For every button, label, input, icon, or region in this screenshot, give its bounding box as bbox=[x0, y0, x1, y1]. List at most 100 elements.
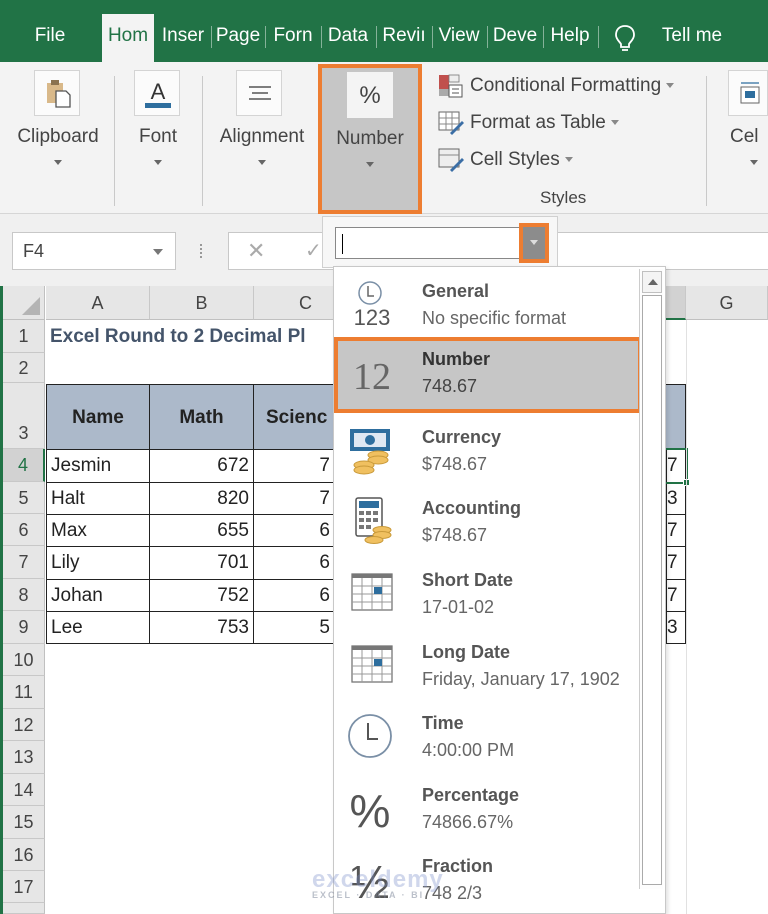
align-lines-icon bbox=[236, 70, 282, 116]
column-header-g[interactable]: G bbox=[686, 286, 768, 320]
cell-science[interactable]: 6 bbox=[253, 514, 335, 547]
tell-me-search[interactable]: Tell me bbox=[652, 14, 732, 62]
tab-help[interactable]: Help bbox=[546, 14, 594, 62]
row-header[interactable]: 17 bbox=[3, 871, 45, 903]
clipboard-group[interactable]: Clipboard bbox=[10, 62, 106, 212]
tab-page-layout[interactable]: Page bbox=[214, 14, 262, 62]
row-header[interactable]: 11 bbox=[3, 676, 45, 709]
dropdown-scrollbar[interactable] bbox=[639, 269, 663, 889]
table-header-f[interactable] bbox=[666, 384, 686, 450]
format-example: 748.67 bbox=[422, 376, 478, 396]
cell-name[interactable]: Lily bbox=[46, 546, 150, 580]
cell-f[interactable]: 7 bbox=[666, 546, 686, 580]
row-header[interactable]: 7 bbox=[3, 546, 45, 579]
table-header-math[interactable]: Math bbox=[149, 384, 254, 450]
cell-name[interactable]: Johan bbox=[46, 579, 150, 612]
cell-math[interactable]: 820 bbox=[149, 482, 254, 515]
row-header[interactable]: 15 bbox=[3, 806, 45, 839]
row-header[interactable]: 9 bbox=[3, 611, 45, 644]
column-header-a[interactable]: A bbox=[46, 286, 150, 320]
alignment-group[interactable]: Alignment bbox=[212, 62, 312, 212]
tab-insert[interactable]: Inser bbox=[158, 14, 208, 62]
cell-f[interactable]: 3 bbox=[666, 611, 686, 644]
format-option-percentage[interactable]: % Percentage 74866.67% bbox=[334, 773, 639, 843]
row-header[interactable] bbox=[3, 903, 45, 914]
ribbon-tab-bar: File Hom Inser Page Forn Data Reviı View… bbox=[0, 0, 768, 62]
row-header[interactable]: 1 bbox=[3, 320, 45, 353]
cells-group[interactable]: Cel bbox=[722, 62, 768, 212]
cell-science[interactable]: 7 bbox=[253, 482, 335, 515]
tab-file[interactable]: File bbox=[22, 14, 78, 62]
table-header-name[interactable]: Name bbox=[46, 384, 150, 450]
row-header[interactable]: 8 bbox=[3, 579, 45, 611]
formula-bar-grip[interactable] bbox=[200, 244, 203, 258]
scrollbar-thumb[interactable] bbox=[642, 295, 662, 885]
row-header[interactable]: 14 bbox=[3, 774, 45, 806]
row-header[interactable]: 6 bbox=[3, 514, 45, 546]
cell-f[interactable]: 3 bbox=[666, 482, 686, 515]
format-option-short-date[interactable]: Short Date 17-01-02 bbox=[334, 558, 639, 628]
tab-separator bbox=[598, 26, 599, 48]
select-all-button[interactable] bbox=[3, 286, 45, 320]
font-group[interactable]: A Font bbox=[124, 62, 192, 212]
row-header[interactable]: 10 bbox=[3, 644, 45, 676]
tab-separator bbox=[432, 26, 433, 48]
cell-name[interactable]: Max bbox=[46, 514, 150, 547]
cell-name[interactable]: Halt bbox=[46, 482, 150, 515]
formula-input[interactable] bbox=[556, 232, 768, 270]
row-header[interactable]: 5 bbox=[3, 482, 45, 514]
cell-science[interactable]: 6 bbox=[253, 579, 335, 612]
row-header[interactable]: 4 bbox=[3, 449, 45, 482]
tab-data[interactable]: Data bbox=[324, 14, 372, 62]
tab-view[interactable]: View bbox=[435, 14, 483, 62]
cell-science[interactable]: 7 bbox=[253, 449, 335, 483]
number-group-button[interactable]: % Number bbox=[318, 64, 422, 214]
cell-math[interactable]: 752 bbox=[149, 579, 254, 612]
select-all-triangle-icon bbox=[22, 297, 40, 315]
number-format-list: 123 General No specific format 12 Number… bbox=[333, 266, 666, 914]
row-header[interactable]: 13 bbox=[3, 741, 45, 774]
cell-math[interactable]: 701 bbox=[149, 546, 254, 580]
number-format-dropdown-button[interactable] bbox=[519, 223, 549, 263]
cell-name[interactable]: Lee bbox=[46, 611, 150, 644]
cell-f[interactable]: 7 bbox=[666, 514, 686, 547]
format-option-number[interactable]: 12 Number 748.67 bbox=[334, 337, 642, 413]
table-header-science[interactable]: Scienc bbox=[253, 384, 335, 450]
cell-math[interactable]: 655 bbox=[149, 514, 254, 547]
cell-name[interactable]: Jesmin bbox=[46, 449, 150, 483]
tab-review[interactable]: Reviı bbox=[379, 14, 429, 62]
tab-developer[interactable]: Deve bbox=[490, 14, 540, 62]
number-format-input[interactable] bbox=[335, 227, 543, 259]
chevron-down-icon[interactable] bbox=[153, 249, 163, 255]
cell-f[interactable]: 7 bbox=[666, 579, 686, 612]
row-header[interactable]: 2 bbox=[3, 353, 45, 383]
cancel-icon[interactable]: ✕ bbox=[247, 238, 265, 264]
lightbulb-icon[interactable] bbox=[614, 24, 636, 54]
format-option-general[interactable]: 123 General No specific format bbox=[334, 269, 639, 339]
cell-math[interactable]: 672 bbox=[149, 449, 254, 483]
tab-home[interactable]: Hom bbox=[102, 14, 154, 62]
font-label: Font bbox=[138, 126, 178, 147]
row-header[interactable]: 3 bbox=[3, 383, 45, 449]
format-option-currency[interactable]: Currency $748.67 bbox=[334, 415, 639, 485]
scroll-up-button[interactable] bbox=[642, 271, 662, 293]
clipboard-paste-icon bbox=[34, 70, 80, 116]
chevron-down-icon bbox=[750, 160, 758, 165]
format-option-accounting[interactable]: Accounting $748.67 bbox=[334, 486, 639, 556]
format-example: $748.67 bbox=[422, 454, 488, 474]
sheet-title-cell[interactable]: Excel Round to 2 Decimal Pl bbox=[50, 326, 332, 348]
cell-science[interactable]: 6 bbox=[253, 546, 335, 580]
number-format-combobox[interactable] bbox=[322, 216, 558, 268]
cell-math[interactable]: 753 bbox=[149, 611, 254, 644]
tab-formulas[interactable]: Forn bbox=[268, 14, 318, 62]
name-box[interactable]: F4 bbox=[12, 232, 176, 270]
cell-science[interactable]: 5 bbox=[253, 611, 335, 644]
format-option-time[interactable]: Time 4:00:00 PM bbox=[334, 701, 639, 771]
row-header[interactable]: 16 bbox=[3, 839, 45, 871]
alignment-label: Alignment bbox=[219, 126, 305, 147]
enter-icon[interactable]: ✓ bbox=[305, 238, 322, 263]
row-header[interactable]: 12 bbox=[3, 709, 45, 741]
percent-icon: % bbox=[350, 785, 391, 833]
format-option-long-date[interactable]: Long Date Friday, January 17, 1902 bbox=[334, 630, 639, 700]
column-header-b[interactable]: B bbox=[150, 286, 254, 320]
